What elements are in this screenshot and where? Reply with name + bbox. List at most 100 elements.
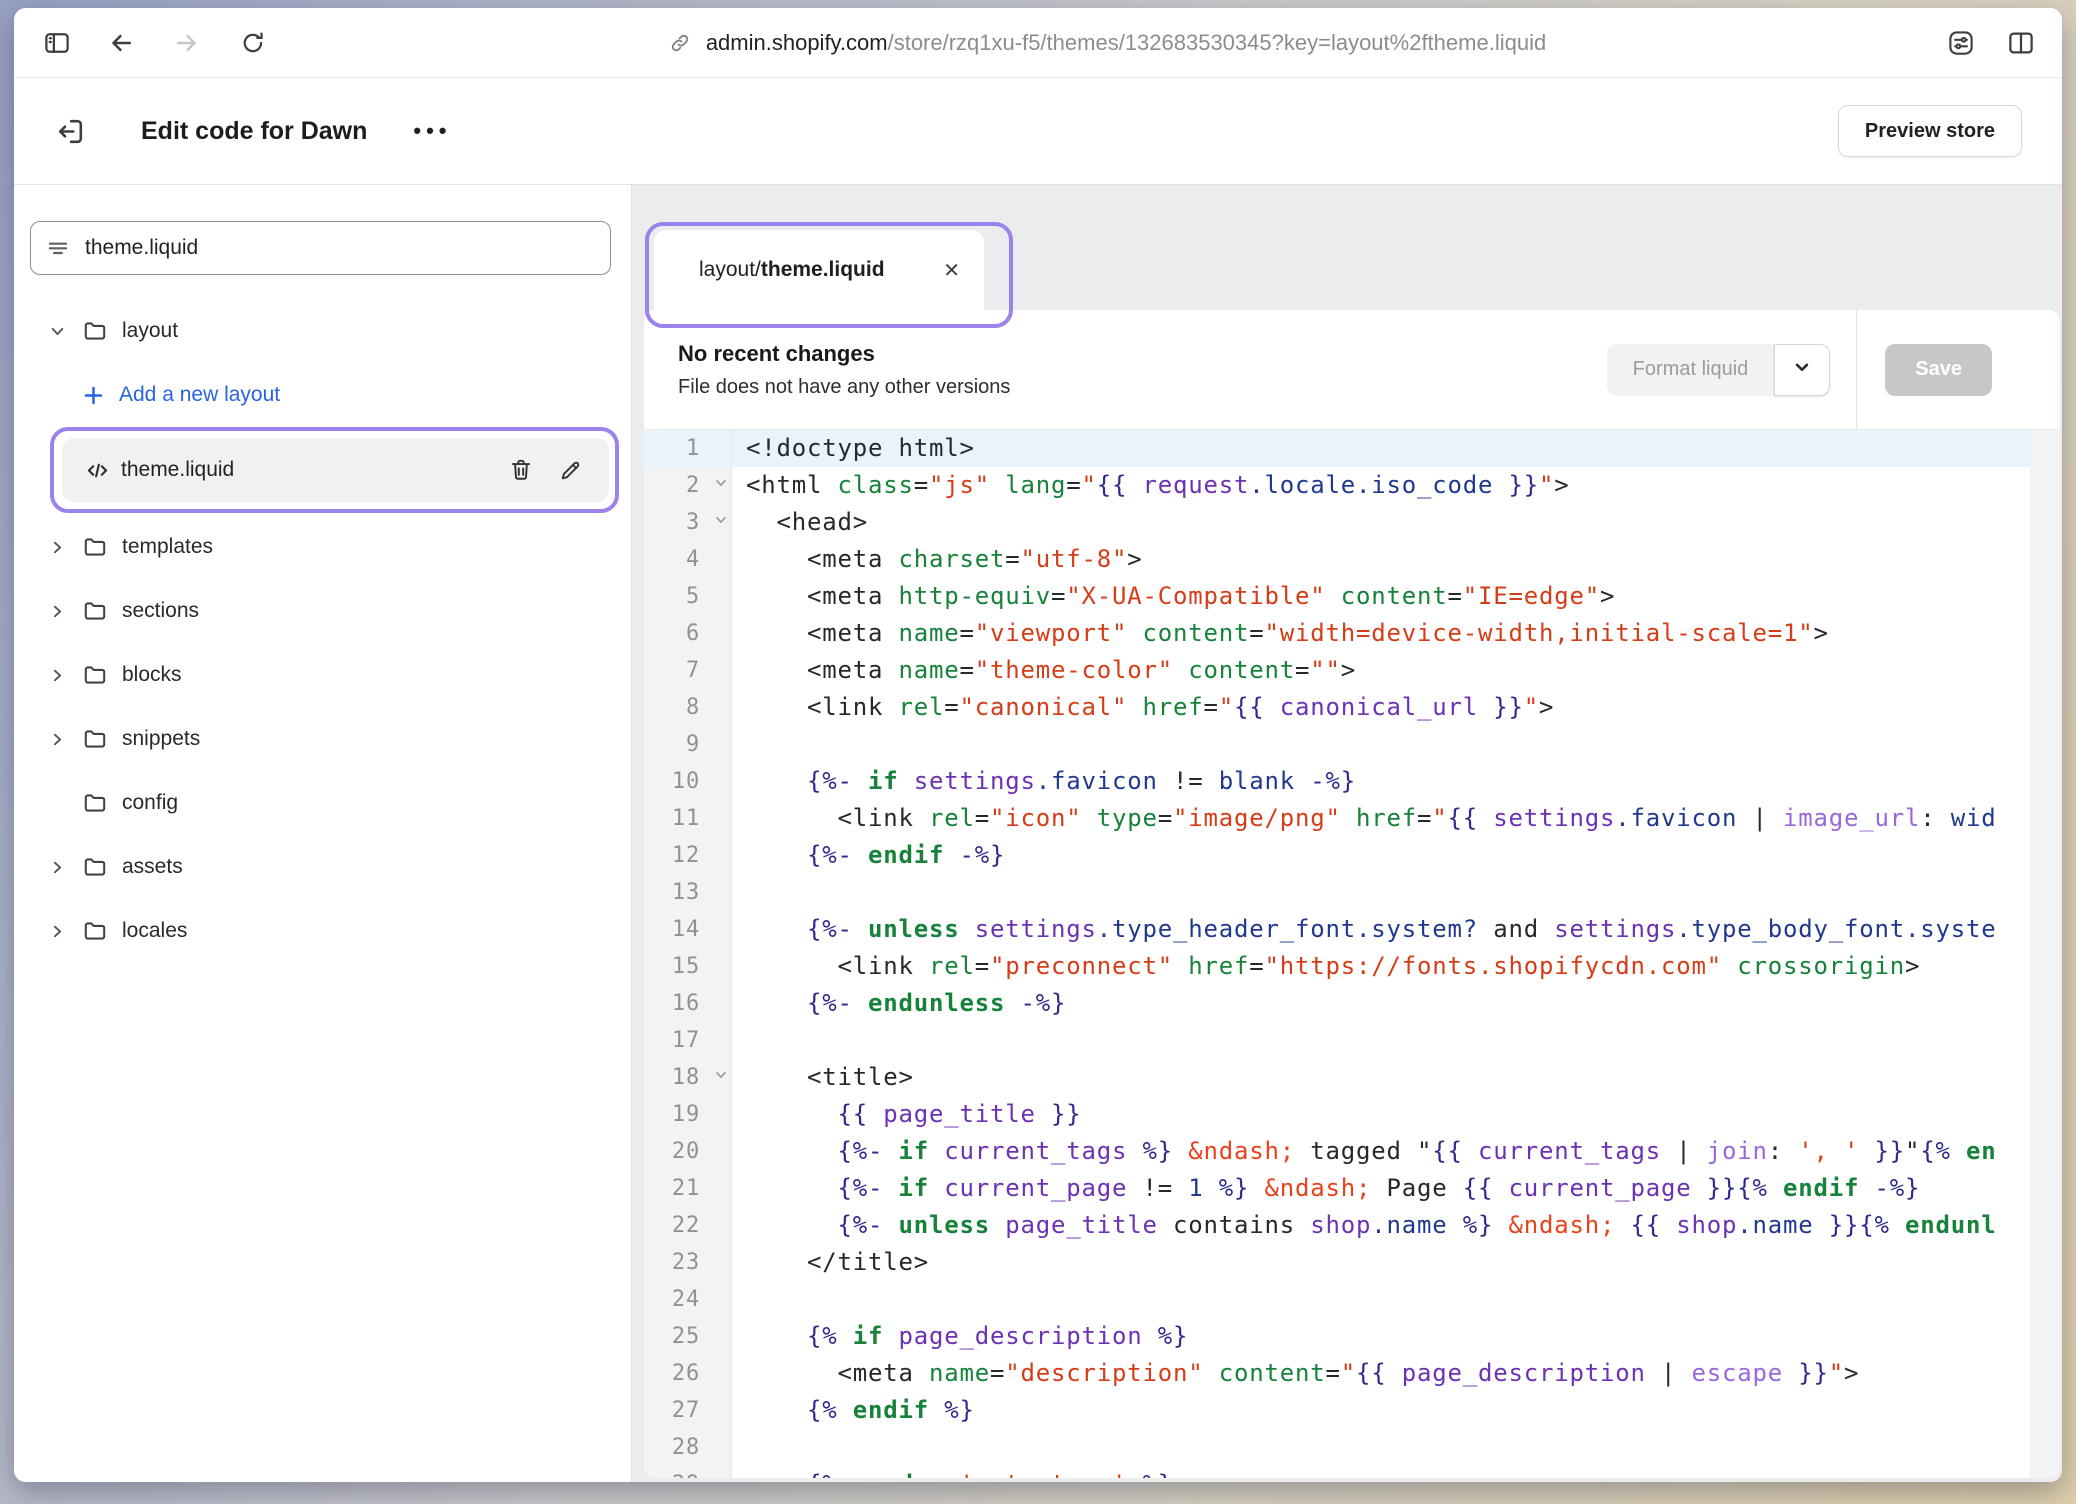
add-new-layout-button[interactable]: Add a new layout — [14, 363, 631, 427]
search-input[interactable] — [85, 236, 596, 260]
version-status-subtitle: File does not have any other versions — [678, 376, 1607, 399]
exit-icon[interactable] — [54, 115, 87, 148]
folder-label: assets — [122, 855, 183, 879]
save-section: Save — [1856, 310, 2060, 429]
chevron-right-icon[interactable] — [44, 603, 70, 620]
chevron-right-icon[interactable] — [44, 539, 70, 556]
line-number: 28 — [644, 1429, 731, 1466]
reload-icon[interactable] — [232, 22, 274, 64]
code-line[interactable]: <head> — [732, 504, 2030, 541]
code-line[interactable]: <!doctype html> — [732, 430, 2030, 467]
line-number: 24 — [644, 1281, 731, 1318]
line-number: 4 — [644, 541, 731, 578]
chevron-right-icon[interactable] — [44, 859, 70, 876]
split-view-icon[interactable] — [2000, 22, 2042, 64]
code-line[interactable]: </title> — [732, 1244, 2030, 1281]
address-bar[interactable]: admin.shopify.com/store/rzq1xu-f5/themes… — [668, 30, 1546, 56]
line-number: 2 — [644, 467, 731, 504]
line-number: 19 — [644, 1096, 731, 1133]
plus-icon — [82, 384, 105, 407]
code-line[interactable]: {%- if settings.favicon != blank -%} — [732, 763, 2030, 800]
chevron-down-icon[interactable] — [44, 323, 70, 340]
url-path: /store/rzq1xu-f5/themes/132683530345?key… — [888, 30, 1547, 55]
editor-zone: layout/theme.liquid ✕ No recent changes … — [632, 185, 2062, 1482]
close-icon[interactable]: ✕ — [943, 258, 960, 283]
extensions-icon[interactable] — [1940, 22, 1982, 64]
page-title: Edit code for Dawn — [141, 117, 367, 146]
line-number: 7 — [644, 652, 731, 689]
overflow-menu-icon[interactable]: ••• — [413, 118, 451, 144]
folder-label: locales — [122, 919, 187, 943]
code-line[interactable]: {%- unless page_title contains shop.name… — [732, 1207, 2030, 1244]
line-number: 6 — [644, 615, 731, 652]
back-icon[interactable] — [100, 22, 142, 64]
format-liquid-button[interactable]: Format liquid — [1607, 344, 1775, 396]
file-search-box[interactable] — [30, 221, 611, 275]
sidebar-item-templates[interactable]: templates — [14, 515, 631, 579]
tab-theme-liquid[interactable]: layout/theme.liquid ✕ — [654, 230, 984, 310]
folder-label: config — [122, 791, 178, 815]
code-line[interactable]: {% endif %} — [732, 1392, 2030, 1429]
line-number: 27 — [644, 1392, 731, 1429]
chevron-right-icon[interactable] — [44, 923, 70, 940]
code-line[interactable]: {%- endif -%} — [732, 837, 2030, 874]
code-line[interactable]: <meta name="theme-color" content=""> — [732, 652, 2030, 689]
code-line[interactable]: {% render 'meta-tags' %} — [732, 1466, 2030, 1478]
line-number: 13 — [644, 874, 731, 911]
code-line[interactable]: <meta name="viewport" content="width=dev… — [732, 615, 2030, 652]
folder-label: snippets — [122, 727, 200, 751]
browser-chrome: admin.shopify.com/store/rzq1xu-f5/themes… — [14, 8, 2062, 78]
code-line[interactable]: <html class="js" lang="{{ request.locale… — [732, 467, 2030, 504]
format-options-dropdown[interactable] — [1774, 344, 1830, 396]
sidebar-item-theme-liquid[interactable]: theme.liquid — [62, 438, 609, 502]
code-line[interactable] — [732, 1429, 2030, 1466]
line-number: 25 — [644, 1318, 731, 1355]
sidebar-item-locales[interactable]: locales — [14, 899, 631, 963]
editor-card: No recent changes File does not have any… — [644, 310, 2060, 1478]
sidebar-item-config[interactable]: config — [14, 771, 631, 835]
fold-chevron-icon[interactable] — [714, 476, 728, 490]
pencil-icon[interactable] — [558, 458, 583, 483]
sidebar-item-snippets[interactable]: snippets — [14, 707, 631, 771]
code-line[interactable]: {%- unless settings.type_header_font.sys… — [732, 911, 2030, 948]
sidebar-item-blocks[interactable]: blocks — [14, 643, 631, 707]
code-line[interactable] — [732, 726, 2030, 763]
code-line[interactable] — [732, 1281, 2030, 1318]
sidebar-item-layout[interactable]: layout — [14, 299, 631, 363]
code-line[interactable]: {%- if current_tags %} &ndash; tagged "{… — [732, 1133, 2030, 1170]
save-button[interactable]: Save — [1885, 344, 1992, 396]
format-liquid-split-button: Format liquid — [1607, 344, 1831, 396]
line-number: 8 — [644, 689, 731, 726]
code-line[interactable]: <title> — [732, 1059, 2030, 1096]
folder-icon — [82, 534, 108, 560]
trash-icon[interactable] — [508, 457, 534, 483]
sidebar-item-assets[interactable]: assets — [14, 835, 631, 899]
folder-label: blocks — [122, 663, 182, 687]
scrollbar-rail[interactable] — [2030, 430, 2060, 1478]
code-editor[interactable]: 1234567891011121314151617181920212223242… — [644, 430, 2060, 1478]
code-line[interactable]: {{ page_title }} — [732, 1096, 2030, 1133]
line-number: 9 — [644, 726, 731, 763]
code-line[interactable]: {% if page_description %} — [732, 1318, 2030, 1355]
code-line[interactable]: <meta http-equiv="X-UA-Compatible" conte… — [732, 578, 2030, 615]
chevron-right-icon[interactable] — [44, 731, 70, 748]
line-number: 3 — [644, 504, 731, 541]
preview-store-button[interactable]: Preview store — [1838, 105, 2022, 157]
code-content[interactable]: <!doctype html><html class="js" lang="{{… — [732, 430, 2030, 1478]
code-line[interactable]: <link rel="canonical" href="{{ canonical… — [732, 689, 2030, 726]
panel-toggle-icon[interactable] — [36, 22, 78, 64]
line-number: 10 — [644, 763, 731, 800]
file-label: theme.liquid — [121, 458, 234, 482]
fold-chevron-icon[interactable] — [714, 1068, 728, 1082]
code-line[interactable] — [732, 874, 2030, 911]
chevron-right-icon[interactable] — [44, 667, 70, 684]
sidebar-item-sections[interactable]: sections — [14, 579, 631, 643]
code-line[interactable]: {%- endunless -%} — [732, 985, 2030, 1022]
code-line[interactable]: <link rel="preconnect" href="https://fon… — [732, 948, 2030, 985]
code-line[interactable]: <link rel="icon" type="image/png" href="… — [732, 800, 2030, 837]
code-line[interactable]: <meta charset="utf-8"> — [732, 541, 2030, 578]
code-line[interactable]: <meta name="description" content="{{ pag… — [732, 1355, 2030, 1392]
code-line[interactable] — [732, 1022, 2030, 1059]
code-line[interactable]: {%- if current_page != 1 %} &ndash; Page… — [732, 1170, 2030, 1207]
fold-chevron-icon[interactable] — [714, 513, 728, 527]
